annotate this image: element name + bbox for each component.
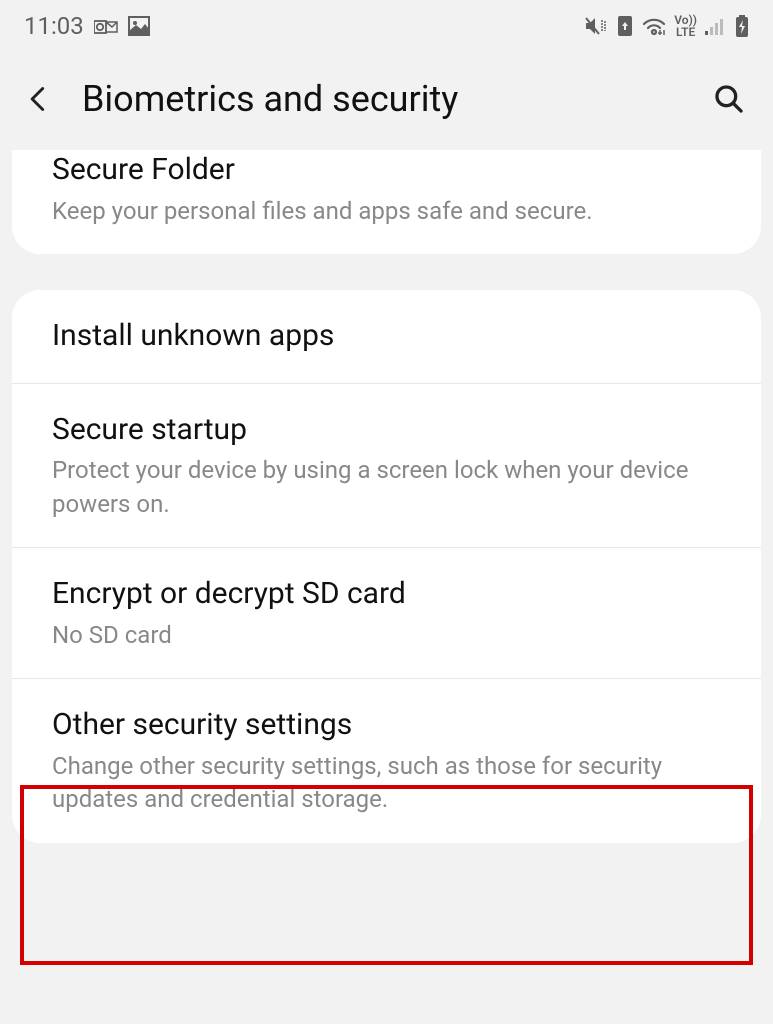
- setting-other-security-settings[interactable]: Other security settings Change other sec…: [12, 678, 761, 843]
- signal-icon: [705, 16, 727, 36]
- item-subtitle: Change other security settings, such as …: [52, 750, 721, 817]
- status-left: 11:03: [24, 12, 150, 40]
- setting-secure-folder[interactable]: Secure Folder Keep your personal files a…: [12, 150, 761, 254]
- settings-card-1: Secure Folder Keep your personal files a…: [12, 150, 761, 254]
- setting-encrypt-sd-card[interactable]: Encrypt or decrypt SD card No SD card: [12, 547, 761, 678]
- outlook-icon: [94, 17, 118, 35]
- status-right: Vo)) LTE: [584, 14, 749, 38]
- item-title: Other security settings: [52, 705, 721, 746]
- status-bar: 11:03 Vo)) LTE: [0, 0, 773, 48]
- data-saver-icon: [616, 15, 634, 37]
- item-title: Encrypt or decrypt SD card: [52, 574, 721, 615]
- search-button[interactable]: [709, 79, 749, 119]
- setting-install-unknown-apps[interactable]: Install unknown apps: [12, 290, 761, 383]
- settings-card-2: Install unknown apps Secure startup Prot…: [12, 290, 761, 843]
- wifi-icon: [642, 16, 666, 36]
- page-header: Biometrics and security: [0, 48, 773, 150]
- chevron-left-icon: [24, 85, 52, 113]
- item-title: Secure startup: [52, 410, 721, 451]
- battery-charging-icon: [735, 15, 749, 37]
- status-time: 11:03: [24, 12, 84, 40]
- volte-icon: Vo)) LTE: [674, 14, 697, 38]
- image-icon: [128, 16, 150, 36]
- search-icon: [713, 83, 745, 115]
- item-subtitle: No SD card: [52, 619, 721, 653]
- back-button[interactable]: [18, 79, 58, 119]
- setting-secure-startup[interactable]: Secure startup Protect your device by us…: [12, 383, 761, 548]
- item-subtitle: Protect your device by using a screen lo…: [52, 454, 721, 521]
- item-subtitle: Keep your personal files and apps safe a…: [52, 195, 721, 229]
- mute-vibrate-icon: [584, 16, 608, 36]
- item-title: Install unknown apps: [52, 316, 721, 357]
- item-title: Secure Folder: [52, 150, 721, 191]
- page-title: Biometrics and security: [82, 78, 685, 120]
